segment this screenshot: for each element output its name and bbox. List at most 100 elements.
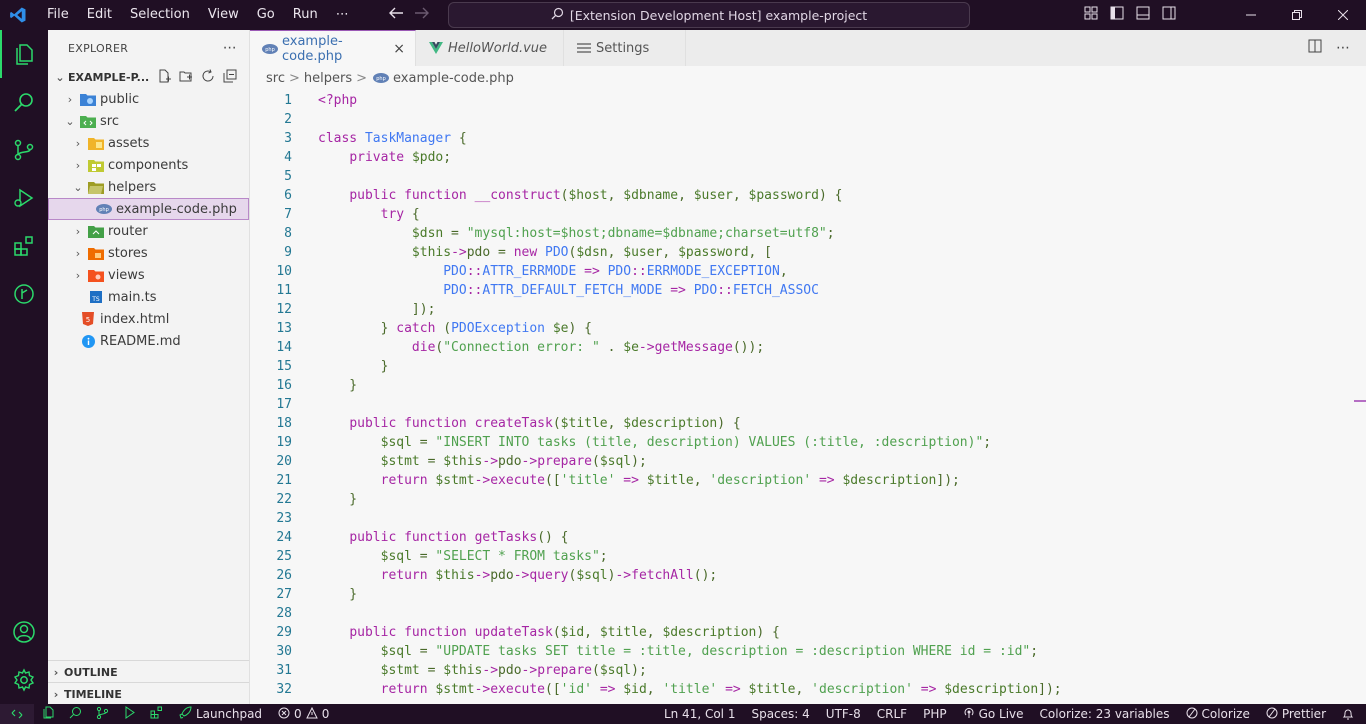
code-line[interactable]: 26 return $this->pdo->query($sql)->fetch… xyxy=(250,566,717,585)
code-line[interactable]: 28 xyxy=(250,604,292,623)
code-line[interactable]: 1 <?php xyxy=(250,91,357,110)
end-of-line[interactable]: CRLF xyxy=(869,707,915,721)
language-mode[interactable]: PHP xyxy=(915,707,955,721)
close-tab-icon[interactable]: × xyxy=(393,41,405,57)
git-graph-icon[interactable] xyxy=(0,270,48,318)
tree-item-views[interactable]: › views xyxy=(48,264,249,286)
code-line[interactable]: 30 $sql = "UPDATE tasks SET title = :tit… xyxy=(250,642,1038,661)
tree-item-example-code-php[interactable]: php example-code.php xyxy=(48,198,249,220)
code-line[interactable]: 32 return $stmt->execute(['id' => $id, '… xyxy=(250,680,1061,699)
explorer-status-icon[interactable] xyxy=(42,706,55,722)
tab-helloworld-vue[interactable]: HelloWorld.vue xyxy=(416,30,564,66)
code-line[interactable]: 12 ]); xyxy=(250,300,435,319)
code-line[interactable]: 14 die("Connection error: " . $e->getMes… xyxy=(250,338,764,357)
breadcrumb-helpers[interactable]: helpers xyxy=(304,71,352,86)
tree-item-helpers[interactable]: ⌄ helpers xyxy=(48,176,249,198)
code-line[interactable]: 15 } xyxy=(250,357,388,376)
tree-item-assets[interactable]: › assets xyxy=(48,132,249,154)
search-icon[interactable] xyxy=(0,78,48,126)
menu-file[interactable]: File xyxy=(38,0,78,30)
code-line[interactable]: 5 xyxy=(250,167,292,186)
colorize-variables[interactable]: Colorize: 23 variables xyxy=(1032,707,1178,721)
new-folder-icon[interactable] xyxy=(179,69,193,86)
tree-item-public[interactable]: › public xyxy=(48,88,249,110)
customize-layout-icon[interactable] xyxy=(1084,6,1098,24)
menu-run[interactable]: Run xyxy=(284,0,327,30)
code-line[interactable]: 24 public function getTasks() { xyxy=(250,528,568,547)
toggle-secondary-sidebar-icon[interactable] xyxy=(1162,6,1176,24)
code-line[interactable]: 27 } xyxy=(250,585,357,604)
branch-status-icon[interactable] xyxy=(96,706,109,722)
settings-gear-icon[interactable] xyxy=(0,656,48,704)
timeline-section[interactable]: › TIMELINE xyxy=(48,682,249,705)
collapse-all-icon[interactable] xyxy=(223,69,237,86)
code-line[interactable]: 4 private $pdo; xyxy=(250,148,451,167)
code-line[interactable]: 10 PDO::ATTR_ERRMODE => PDO::ERRMODE_EXC… xyxy=(250,262,787,281)
tree-item-components[interactable]: › components xyxy=(48,154,249,176)
code-line[interactable]: 16 } xyxy=(250,376,357,395)
close-window-icon[interactable] xyxy=(1320,0,1366,30)
code-line[interactable]: 17 xyxy=(250,395,292,414)
code-line[interactable]: 23 xyxy=(250,509,292,528)
workspace-folder-header[interactable]: ⌄ EXAMPLE-P... xyxy=(48,66,249,88)
refresh-icon[interactable] xyxy=(201,68,215,86)
code-line[interactable]: 9 $this->pdo = new PDO($dsn, $user, $pas… xyxy=(250,243,772,262)
menu-more[interactable]: ⋯ xyxy=(327,0,358,30)
extensions-status-icon[interactable] xyxy=(150,706,163,722)
code-line[interactable]: 22 } xyxy=(250,490,357,509)
menu-view[interactable]: View xyxy=(199,0,248,30)
search-status-icon[interactable] xyxy=(69,706,82,722)
toggle-panel-icon[interactable] xyxy=(1136,6,1150,24)
tab-example-code-php[interactable]: php example-code.php × xyxy=(250,30,416,66)
tab-settings[interactable]: Settings xyxy=(564,30,686,66)
go-live-item[interactable]: Go Live xyxy=(955,707,1032,722)
code-line[interactable]: 7 try { xyxy=(250,205,420,224)
run-status-icon[interactable] xyxy=(123,706,136,722)
breadcrumb-file[interactable]: example-code.php xyxy=(393,71,514,86)
tree-item-index-html[interactable]: 5 index.html xyxy=(48,308,249,330)
code-line[interactable]: 3 class TaskManager { xyxy=(250,129,467,148)
prettier-item[interactable]: Prettier xyxy=(1258,707,1334,722)
toggle-primary-sidebar-icon[interactable] xyxy=(1110,6,1124,24)
code-line[interactable]: 19 $sql = "INSERT INTO tasks (title, des… xyxy=(250,433,991,452)
source-control-icon[interactable] xyxy=(0,126,48,174)
code-line[interactable]: 2 xyxy=(250,110,292,129)
run-debug-icon[interactable] xyxy=(0,174,48,222)
restore-icon[interactable] xyxy=(1274,0,1320,30)
indentation[interactable]: Spaces: 4 xyxy=(743,707,817,721)
explorer-more-button[interactable]: ⋯ xyxy=(223,40,237,56)
code-line[interactable]: 21 return $stmt->execute(['title' => $ti… xyxy=(250,471,960,490)
menu-edit[interactable]: Edit xyxy=(78,0,121,30)
tree-item-main-ts[interactable]: TS main.ts xyxy=(48,286,249,308)
more-actions-icon[interactable]: ⋯ xyxy=(1336,40,1350,56)
launchpad-item[interactable]: Launchpad xyxy=(171,706,270,722)
code-line[interactable]: 31 $stmt = $this->pdo->prepare($sql); xyxy=(250,661,646,680)
code-line[interactable]: 20 $stmt = $this->pdo->prepare($sql); xyxy=(250,452,646,471)
menu-go[interactable]: Go xyxy=(248,0,284,30)
back-arrow-icon[interactable] xyxy=(388,6,404,24)
extensions-icon[interactable] xyxy=(0,222,48,270)
encoding[interactable]: UTF-8 xyxy=(818,707,869,721)
split-editor-icon[interactable] xyxy=(1308,39,1322,57)
explorer-icon[interactable] xyxy=(0,30,48,78)
code-line[interactable]: 18 public function createTask($title, $d… xyxy=(250,414,740,433)
command-center[interactable]: [Extension Development Host] example-pro… xyxy=(448,2,970,28)
problems-item[interactable]: 0 0 xyxy=(270,706,337,722)
remote-indicator-icon[interactable] xyxy=(0,704,34,724)
breadcrumb-src[interactable]: src xyxy=(266,71,285,86)
account-icon[interactable] xyxy=(0,608,48,656)
code-line[interactable]: 29 public function updateTask($id, $titl… xyxy=(250,623,780,642)
notifications-icon[interactable] xyxy=(1334,708,1366,721)
minimize-icon[interactable] xyxy=(1228,0,1274,30)
cursor-position[interactable]: Ln 41, Col 1 xyxy=(656,707,744,721)
outline-section[interactable]: › OUTLINE xyxy=(48,660,249,683)
tree-item-stores[interactable]: › stores xyxy=(48,242,249,264)
code-line[interactable]: 8 $dsn = "mysql:host=$host;dbname=$dbnam… xyxy=(250,224,834,243)
tree-item-router[interactable]: › router xyxy=(48,220,249,242)
code-line[interactable]: 6 public function __construct($host, $db… xyxy=(250,186,842,205)
new-file-icon[interactable] xyxy=(157,69,171,86)
code-editor[interactable]: 1 <?php 2 3 class TaskManager {4 private $pd… xyxy=(250,90,1366,704)
code-line[interactable]: 11 PDO::ATTR_DEFAULT_FETCH_MODE => PDO::… xyxy=(250,281,819,300)
tree-item-readme[interactable]: README.md xyxy=(48,330,249,352)
forward-arrow-icon[interactable] xyxy=(414,6,430,24)
